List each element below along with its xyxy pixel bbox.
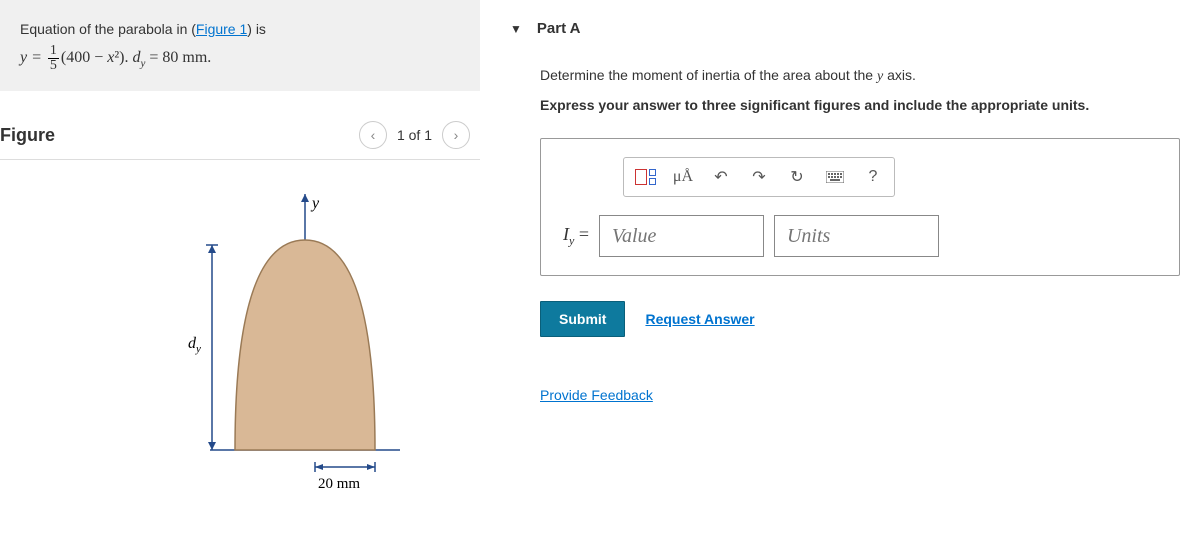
help-button[interactable]: ? — [855, 161, 891, 193]
problem-statement: Equation of the parabola in (Figure 1) i… — [0, 0, 480, 91]
eq-paren: (400 − x²). — [61, 50, 133, 67]
dy-label: dy — [188, 335, 201, 355]
intro-text: Equation of the parabola in ( — [20, 21, 196, 37]
figure-link[interactable]: Figure 1 — [196, 21, 247, 37]
figure-prev-button[interactable]: ‹ — [359, 121, 387, 149]
value-input[interactable] — [599, 215, 764, 257]
width-label: 20 mm — [318, 476, 360, 492]
equation: y = 1 5 (400 − x²). dy = 80 mm. — [20, 44, 460, 73]
figure-header: Figure ‹ 1 of 1 › — [0, 121, 480, 160]
intro-suffix: ) is — [247, 21, 266, 37]
answer-toolbar: μÅ ↶ ↷ ↻ ? — [623, 157, 895, 197]
keyboard-button[interactable] — [817, 161, 853, 193]
instruction-bold: Express your answer to three significant… — [540, 97, 1180, 113]
figure-nav: ‹ 1 of 1 › — [359, 121, 470, 149]
figure-next-button[interactable]: › — [442, 121, 470, 149]
variable-label: Iy = — [563, 224, 589, 249]
left-panel: Equation of the parabola in (Figure 1) i… — [0, 0, 480, 546]
right-panel: ▼ Part A Determine the moment of inertia… — [480, 0, 1200, 546]
eq-dy-val: = 80 mm. — [145, 50, 211, 67]
eq-fraction: 1 5 — [48, 44, 59, 73]
keyboard-icon — [826, 171, 844, 183]
undo-button[interactable]: ↶ — [703, 161, 739, 193]
part-header[interactable]: ▼ Part A — [500, 0, 1180, 67]
part-title: Part A — [537, 20, 581, 37]
template-icon — [635, 169, 656, 185]
submit-button[interactable]: Submit — [540, 301, 625, 337]
parabola-figure: y x dy 20 mm — [80, 190, 400, 500]
redo-button[interactable]: ↷ — [741, 161, 777, 193]
template-button[interactable] — [627, 161, 663, 193]
request-answer-link[interactable]: Request Answer — [645, 311, 754, 327]
eq-lhs: y = — [20, 50, 42, 67]
submit-row: Submit Request Answer — [540, 301, 1180, 337]
y-axis-label: y — [310, 195, 320, 212]
special-chars-button[interactable]: μÅ — [665, 161, 701, 193]
part-body: Determine the moment of inertia of the a… — [500, 67, 1180, 403]
provide-feedback-link[interactable]: Provide Feedback — [540, 387, 653, 403]
figure-count: 1 of 1 — [397, 127, 432, 143]
figure-title: Figure — [0, 125, 55, 146]
figure-image: y x dy 20 mm — [0, 180, 480, 510]
reset-button[interactable]: ↻ — [779, 161, 815, 193]
collapse-icon: ▼ — [510, 22, 522, 36]
answer-box: μÅ ↶ ↷ ↻ ? Iy = — [540, 138, 1180, 276]
instruction: Determine the moment of inertia of the a… — [540, 67, 1180, 85]
input-row: Iy = — [563, 215, 1157, 257]
units-input[interactable] — [774, 215, 939, 257]
